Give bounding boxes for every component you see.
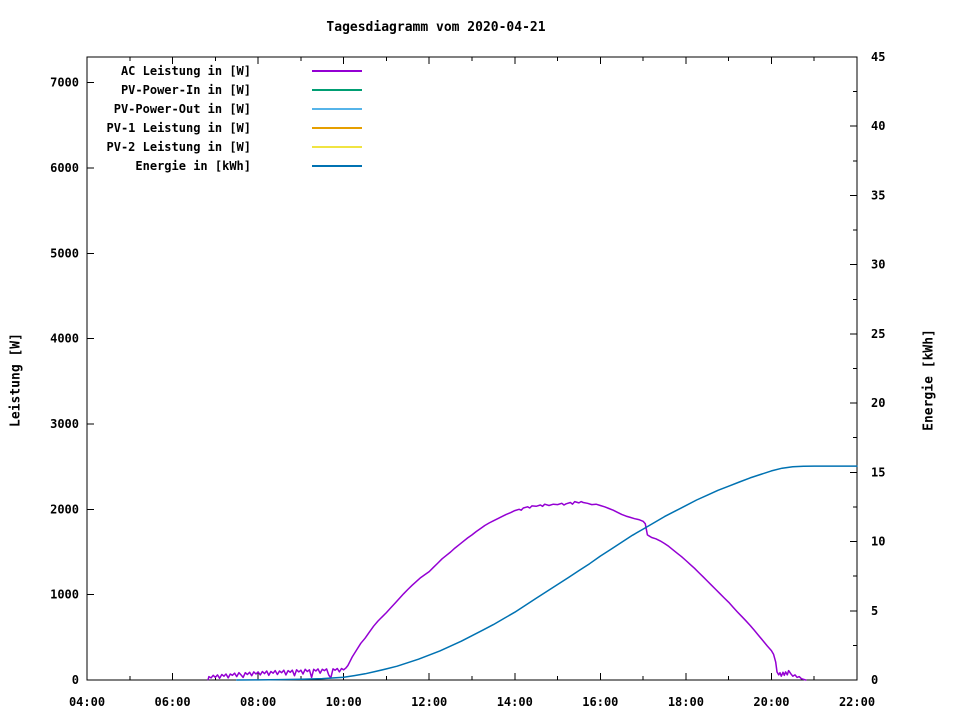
y2-tick-label: 25 <box>871 327 885 341</box>
x-tick-label: 04:00 <box>69 695 105 709</box>
y1-tick-label: 2000 <box>50 502 79 516</box>
plot-svg: 04:00 06:00 08:00 10:00 12:00 14:00 16:00 18:00… <box>50 50 885 709</box>
y2-axis-label: Energie [kWh] <box>921 329 937 431</box>
legend: AC Leistung in [W] PV-Power-In in [W] PV-P… <box>107 64 362 173</box>
x-tick-label: 14:00 <box>497 695 533 709</box>
x-tick-label: 20:00 <box>753 695 789 709</box>
legend-label: AC Leistung in [W] <box>121 64 251 78</box>
x-tick-label: 06:00 <box>154 695 190 709</box>
y2-tick-label: 40 <box>871 119 885 133</box>
x-tick-label: 22:00 <box>839 695 875 709</box>
y2-tick-label: 45 <box>871 50 885 64</box>
legend-label: PV-1 Leistung in [W] <box>107 121 252 135</box>
y1-tick-label: 6000 <box>50 161 79 175</box>
y2-tick-label: 0 <box>871 673 878 687</box>
legend-label: PV-2 Leistung in [W] <box>107 140 252 154</box>
y1-tick-label: 5000 <box>50 246 79 260</box>
chart-stage: Tagesdiagramm vom 2020-04-21 Leistung [W… <box>0 0 960 720</box>
legend-label: PV-Power-Out in [W] <box>114 102 251 116</box>
x-tick-label: 12:00 <box>411 695 447 709</box>
y2-tick-label: 5 <box>871 604 878 618</box>
energie-in-kwh-series <box>235 465 858 681</box>
y2-tick-label: 30 <box>871 258 885 272</box>
y1-tick-label: 1000 <box>50 588 79 602</box>
y2-tick-label: 15 <box>871 465 885 479</box>
y2-tick-label: 20 <box>871 396 885 410</box>
x-tick-label: 08:00 <box>240 695 276 709</box>
legend-label: PV-Power-In in [W] <box>121 83 251 97</box>
ac-leistung-in-w-series <box>207 500 807 681</box>
y1-tick-label: 0 <box>72 673 79 687</box>
y2-tick-label: 35 <box>871 188 885 202</box>
x-tick-label: 16:00 <box>582 695 618 709</box>
x-tick-label: 18:00 <box>668 695 704 709</box>
y2-tick-label: 10 <box>871 535 885 549</box>
y1-tick-label: 7000 <box>50 76 79 90</box>
y1-tick-label: 3000 <box>50 417 79 431</box>
legend-label: Energie in [kWh] <box>135 159 251 173</box>
x-tick-label: 10:00 <box>326 695 362 709</box>
chart-title: Tagesdiagramm vom 2020-04-21 <box>326 20 546 35</box>
y1-tick-label: 4000 <box>50 332 79 346</box>
y-axis-label: Leistung [W] <box>8 333 24 427</box>
